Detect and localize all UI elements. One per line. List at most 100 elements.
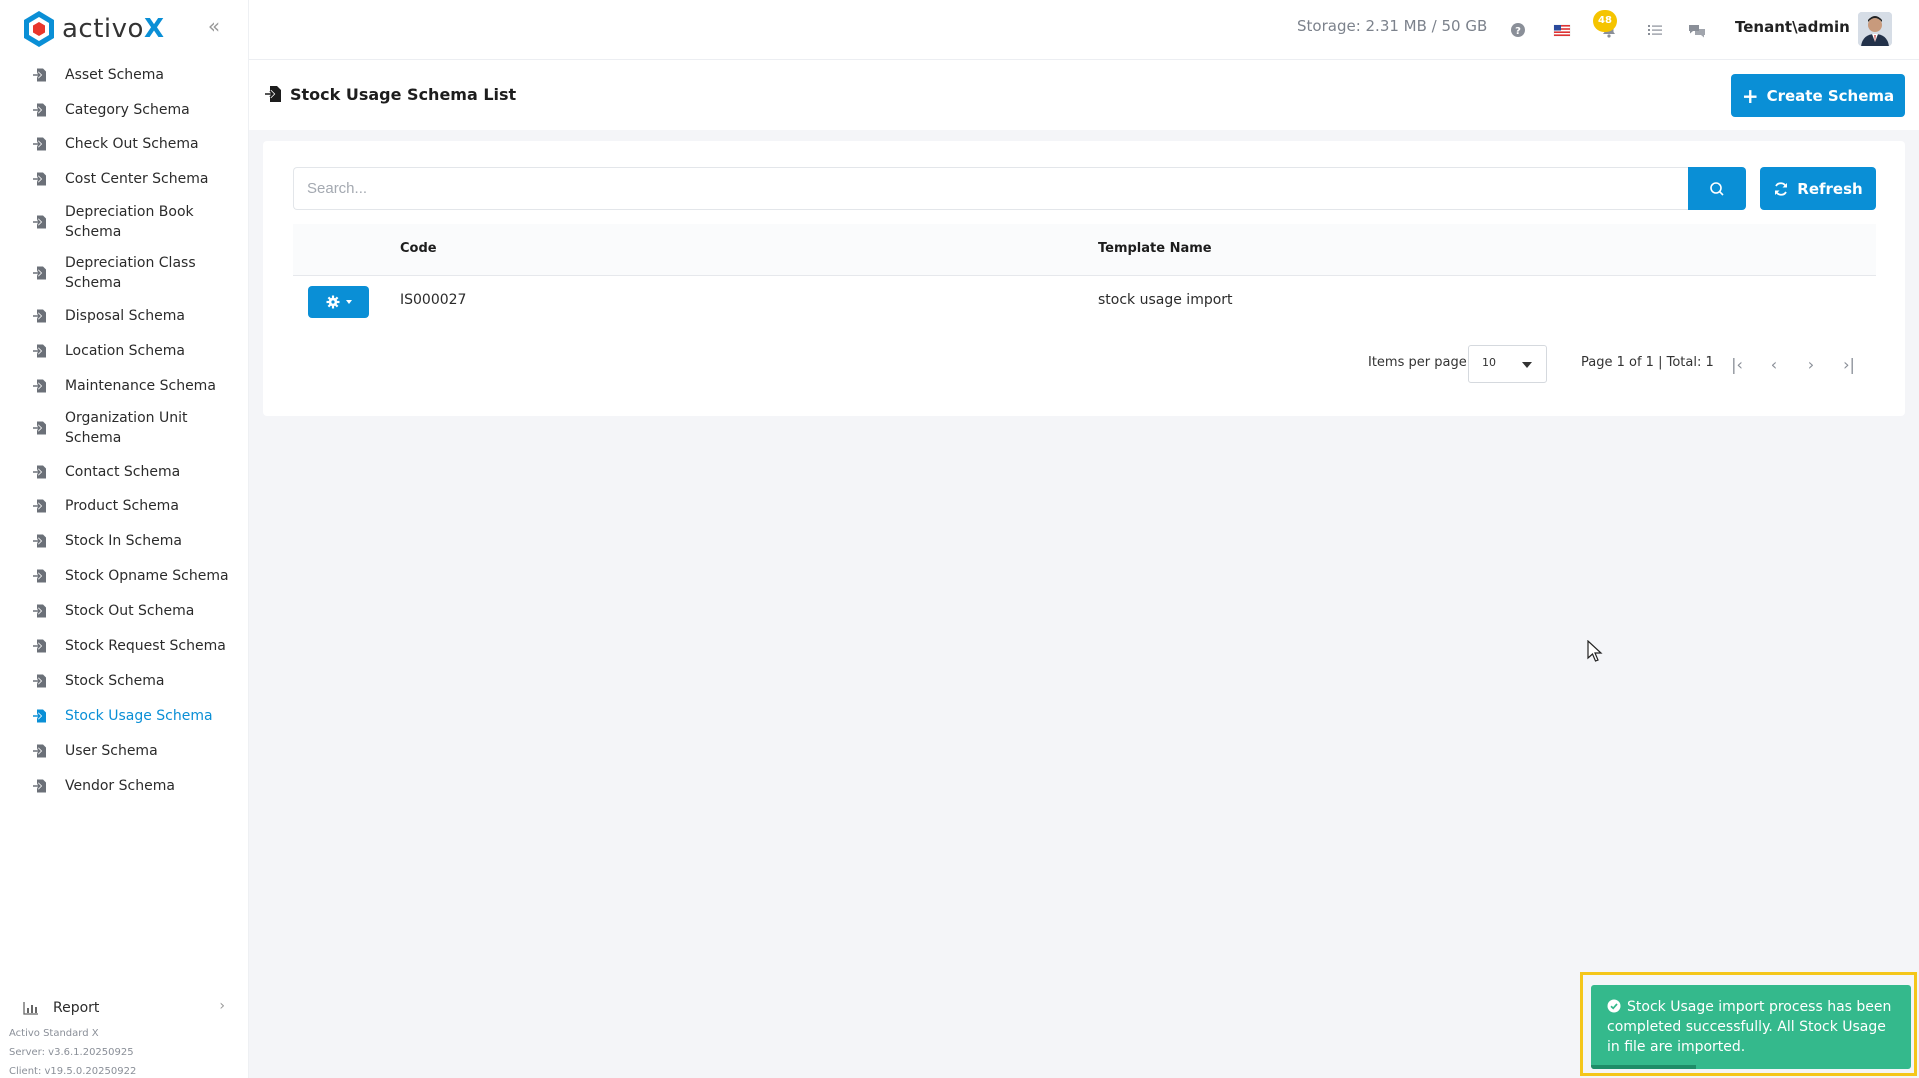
next-page-icon[interactable]: › [1800,354,1822,376]
sidebar-item-organization-unit-schema[interactable]: Organization Unit Schema [0,407,249,449]
sidebar-item-label: Stock Request Schema [65,638,226,654]
toast-message-wrapper: Stock Usage import process has been comp… [1607,997,1899,1057]
sidebar-item-label: Category Schema [65,102,190,118]
bar-chart-icon [23,1002,38,1015]
server-version: Server: v3.6.1.20250925 [9,1047,134,1058]
sidebar-item-user-schema[interactable]: User Schema [0,741,249,761]
pagination: Items per page 10 Page 1 of 1 | Total: 1… [0,345,1919,385]
user-avatar[interactable] [1858,12,1892,46]
sidebar-item-depreciation-class-schema[interactable]: Depreciation Class Schema [0,252,249,294]
help-icon[interactable]: ? [1508,20,1528,40]
sidebar-item-stock-usage-schema[interactable]: Stock Usage Schema [0,706,249,726]
svg-text:?: ? [1515,26,1521,37]
sidebar-item-report[interactable]: Report › [0,996,249,1020]
items-per-page-select[interactable]: 10 [1468,345,1547,383]
success-toast[interactable]: Stock Usage import process has been comp… [1591,985,1911,1069]
sidebar-item-product-schema[interactable]: Product Schema [0,496,249,516]
chevron-down-icon [345,300,352,304]
import-file-icon [33,465,46,479]
plus-icon: + [1741,83,1759,108]
import-file-icon [265,86,281,102]
caret-down-icon [1522,362,1532,368]
sidebar-item-label: Report [53,1000,100,1016]
sidebar-item-label: Asset Schema [65,67,165,83]
sidebar-item-stock-opname-schema[interactable]: Stock Opname Schema [0,566,249,586]
import-file-icon [33,744,46,758]
sidebar-item-disposal-schema[interactable]: Disposal Schema [0,306,249,326]
sidebar-item-label: Vendor Schema [65,778,175,794]
page-info: Page 1 of 1 | Total: 1 [1581,355,1714,370]
import-file-icon [33,674,46,688]
import-file-icon [33,172,46,186]
check-circle-icon [1607,999,1621,1013]
search-icon [1710,181,1724,196]
edition-text: Activo Standard X [9,1028,99,1039]
column-header-template-name[interactable]: Template Name [1098,241,1212,256]
refresh-icon [1775,181,1788,196]
row-actions-button[interactable] [308,286,369,318]
first-page-icon[interactable]: |‹ [1726,354,1748,376]
sidebar-item-category-schema[interactable]: Category Schema [0,100,249,120]
previous-page-icon[interactable]: ‹ [1763,354,1785,376]
chat-icon[interactable] [1687,20,1707,40]
items-per-page-value: 10 [1482,356,1496,369]
sidebar-item-stock-request-schema[interactable]: Stock Request Schema [0,636,249,656]
import-file-icon [33,103,46,117]
sidebar-item-stock-schema[interactable]: Stock Schema [0,671,249,691]
sidebar-item-asset-schema[interactable]: Asset Schema [0,65,249,85]
sidebar-item-cost-center-schema[interactable]: Cost Center Schema [0,169,249,189]
last-page-icon[interactable]: ›| [1838,354,1860,376]
search-input[interactable] [293,167,1688,210]
top-bar: Storage: 2.31 MB / 50 GB ? 48 Tenant\adm… [249,0,1919,60]
search-button[interactable] [1688,167,1746,210]
us-flag-icon[interactable] [1552,20,1572,40]
activox-logo-icon [24,11,54,47]
chevron-right-icon: › [219,998,225,1014]
sidebar-item-label: Check Out Schema [65,136,199,152]
import-file-icon [33,137,46,151]
collapse-sidebar-icon[interactable]: « [204,16,224,36]
create-schema-label: Create Schema [1766,86,1895,105]
page-title-text: Stock Usage Schema List [290,84,517,104]
user-name[interactable]: Tenant\admin [1735,18,1850,36]
notification-badge: 48 [1593,10,1617,32]
sidebar-item-check-out-schema[interactable]: Check Out Schema [0,134,249,154]
import-file-icon [33,604,46,618]
brand-name: activoX [62,14,165,44]
sidebar-item-label: Stock Usage Schema [65,708,213,724]
import-file-icon [33,499,46,513]
sidebar-item-stock-in-schema[interactable]: Stock In Schema [0,531,249,551]
table-row: IS000027 stock usage import [293,277,1876,323]
sidebar-item-label: Organization Unit Schema [65,410,188,446]
import-file-icon [33,709,46,723]
brand-logo[interactable]: activoX [22,10,165,48]
create-schema-button[interactable]: + Create Schema [1731,74,1905,117]
gear-icon [326,295,339,309]
import-file-icon [33,215,46,229]
sidebar-item-label: User Schema [65,743,158,759]
sidebar-item-label: Stock Out Schema [65,603,195,619]
mouse-cursor-icon [1587,640,1603,662]
avatar-icon [1858,12,1892,46]
page-title: Stock Usage Schema List [264,84,516,104]
sidebar-item-stock-out-schema[interactable]: Stock Out Schema [0,601,249,621]
items-per-page-label: Items per page [1368,355,1467,370]
sidebar-item-label: Depreciation Book Schema [65,204,194,240]
import-file-icon [33,309,46,323]
client-version: Client: v19.5.0.20250922 [9,1066,137,1077]
sidebar-item-depreciation-book-schema[interactable]: Depreciation Book Schema [0,201,249,243]
toast-message: Stock Usage import process has been comp… [1607,999,1892,1055]
cell-template-name: stock usage import [1098,292,1233,308]
sidebar-item-label: Cost Center Schema [65,171,209,187]
sidebar-item-contact-schema[interactable]: Contact Schema [0,462,249,482]
column-header-code[interactable]: Code [400,241,437,256]
sidebar-item-label: Stock Schema [65,673,165,689]
refresh-button[interactable]: Refresh [1760,167,1876,210]
sidebar-item-label: Contact Schema [65,464,181,480]
task-list-icon[interactable] [1645,20,1665,40]
sidebar-item-label: Stock In Schema [65,533,182,549]
version-info: Activo Standard X Server: v3.6.1.2025092… [9,1024,136,1078]
sidebar-item-vendor-schema[interactable]: Vendor Schema [0,776,249,796]
import-file-icon [33,421,46,435]
import-file-icon [33,68,46,82]
